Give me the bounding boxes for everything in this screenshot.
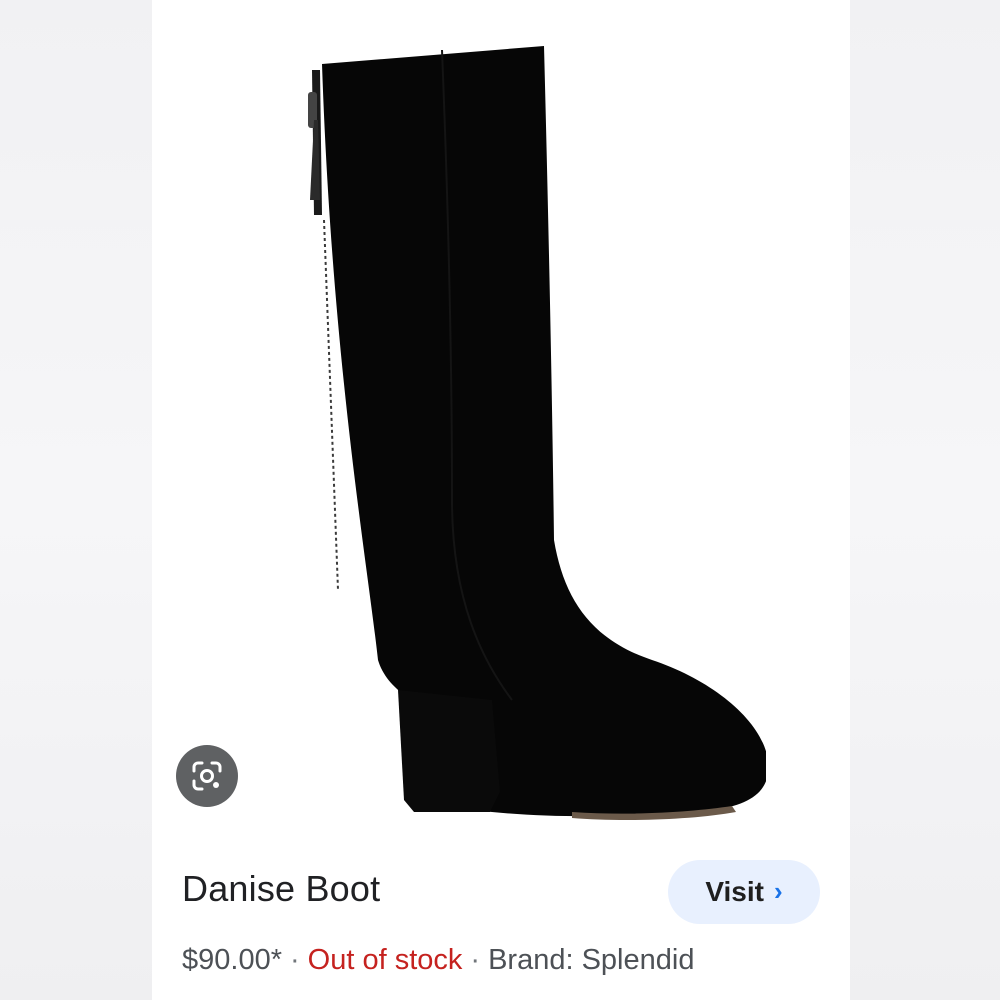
- product-image[interactable]: [236, 0, 766, 830]
- visit-button[interactable]: Visit ›: [668, 860, 820, 924]
- brand: Brand: Splendid: [488, 944, 695, 976]
- google-lens-icon: [192, 761, 222, 791]
- stock-status: Out of stock: [307, 944, 463, 976]
- separator: ·: [290, 944, 300, 976]
- background-right: [850, 0, 1000, 1000]
- product-meta: $90.00* · Out of stock · Brand: Splendid: [182, 944, 694, 977]
- separator: ·: [470, 944, 481, 976]
- google-lens-button[interactable]: [176, 745, 238, 807]
- boot-illustration: [308, 46, 766, 820]
- product-card: Danise Boot Visit › $90.00* · Out of stock…: [152, 0, 850, 1000]
- price: $90.00*: [182, 944, 282, 976]
- visit-button-label: Visit: [705, 876, 764, 907]
- product-title[interactable]: Danise Boot: [182, 868, 380, 910]
- background-left: [0, 0, 152, 1000]
- chevron-right-icon: ›: [773, 875, 783, 906]
